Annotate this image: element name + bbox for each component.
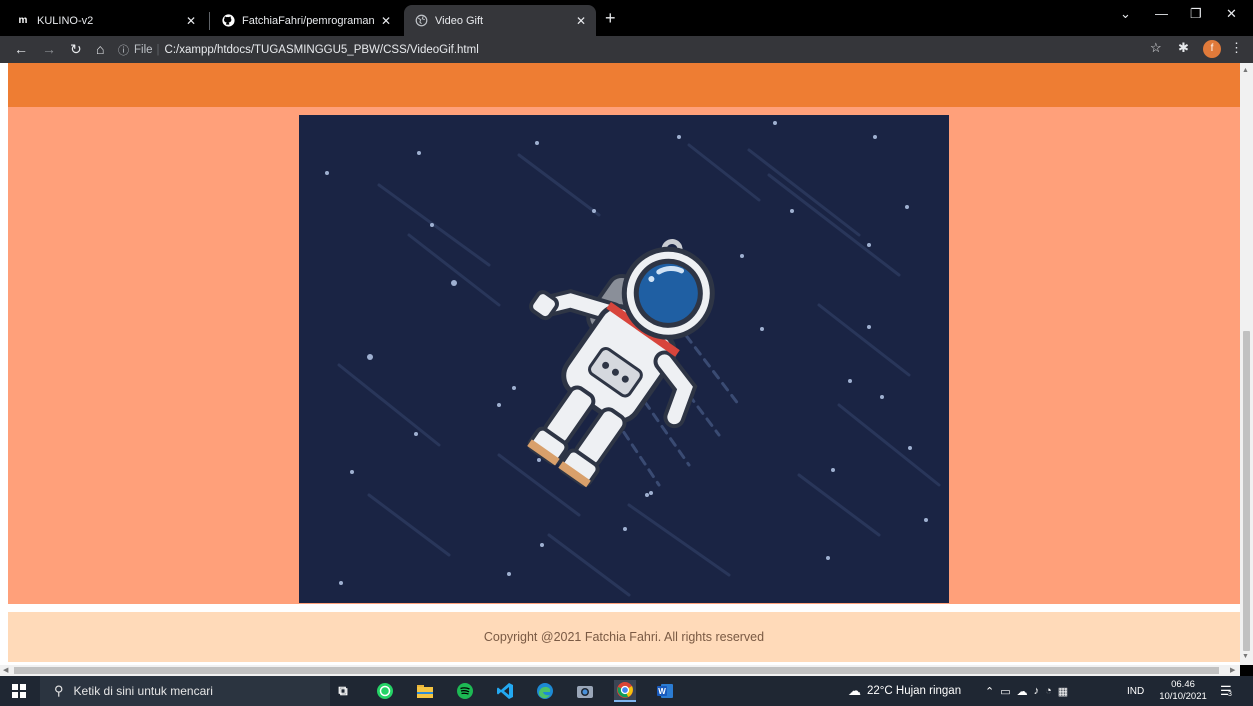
extensions-icon[interactable]: ✱ (1178, 40, 1189, 56)
address-separator: | (156, 43, 160, 56)
vscode-icon[interactable] (494, 680, 516, 702)
scroll-right-icon[interactable]: ▶ (1230, 666, 1235, 674)
astronaut-gif (299, 115, 949, 603)
speaker-icon[interactable]: ♪ (1034, 685, 1046, 697)
browser-toolbar: ← → ↻ ⌂ ⓘ File | C:/xampp/htdocs/TUGASMI… (0, 36, 1253, 63)
site-header (8, 63, 1240, 107)
chrome-icon[interactable] (614, 680, 636, 702)
tab-close-icon[interactable]: ✕ (381, 14, 391, 28)
new-tab-icon[interactable]: + (605, 6, 616, 30)
whatsapp-icon[interactable] (374, 680, 396, 702)
taskbar-clock[interactable]: 06.46 10/10/2021 (1158, 679, 1208, 703)
tab-github[interactable]: FatchiaFahri/pemrograman-web ✕ (211, 5, 401, 36)
search-placeholder: Ketik di sini untuk mencari (73, 684, 213, 698)
menu-kebab-icon[interactable]: ⋮ (1230, 40, 1243, 56)
tab-title: Video Gift (435, 14, 484, 27)
address-bar[interactable]: ⓘ File | C:/xampp/htdocs/TUGASMINGGU5_PB… (118, 39, 1138, 60)
address-url: C:/xampp/htdocs/TUGASMINGGU5_PBW/CSS/Vid… (164, 43, 479, 56)
weather-text: 22°C Hujan ringan (867, 685, 962, 697)
vertical-scrollbar[interactable]: ▲ ▼ (1240, 63, 1253, 665)
scroll-left-icon[interactable]: ◀ (3, 666, 8, 674)
reload-icon[interactable]: ↻ (70, 40, 82, 58)
tab-divider (209, 12, 210, 30)
tab-close-icon[interactable]: ✕ (576, 14, 586, 28)
language-indicator[interactable]: IND (1127, 676, 1144, 706)
edge-icon[interactable] (534, 680, 556, 702)
globe-icon (414, 14, 428, 28)
spotify-icon[interactable] (454, 680, 476, 702)
clock-time: 06.46 (1171, 679, 1195, 690)
tab-title: FatchiaFahri/pemrograman-web (242, 14, 375, 27)
back-icon[interactable]: ← (14, 40, 28, 58)
camera-icon[interactable] (574, 680, 596, 702)
page-viewport: Copyright @2021 Fatchia Fahri. All right… (0, 63, 1240, 665)
search-icon: ⚲ (54, 683, 64, 698)
keyboard-icon[interactable]: ▦ (1058, 685, 1074, 698)
horizontal-scroll-thumb[interactable] (14, 667, 1219, 674)
minimize-icon[interactable]: — (1155, 6, 1168, 21)
task-view-icon[interactable]: ⧉ (332, 680, 354, 702)
profile-avatar[interactable]: f (1203, 40, 1221, 58)
weather-widget[interactable]: ☁ 22°C Hujan ringan (848, 676, 961, 706)
scroll-up-icon[interactable]: ▲ (1242, 67, 1249, 74)
file-explorer-icon[interactable] (414, 680, 436, 702)
tab-kulino[interactable]: m KULINO-v2 ✕ (6, 5, 206, 36)
tab-video-gift[interactable]: Video Gift ✕ (404, 5, 596, 36)
wifi-icon[interactable]: ◔ (1045, 685, 1058, 697)
site-info-icon[interactable]: ⓘ (118, 42, 129, 58)
tab-strip: m KULINO-v2 ✕ FatchiaFahri/pemrograman-w… (0, 0, 1253, 36)
show-hidden-icons-icon[interactable]: ⌃ (985, 685, 1000, 698)
system-tray[interactable]: ⌃ ▭ ☁ ♪ ◔ ▦ (985, 676, 1074, 706)
cloud-rain-icon: ☁ (848, 683, 861, 698)
maximize-icon[interactable]: ❐ (1190, 6, 1202, 22)
tab-search-icon[interactable]: ⌄ (1120, 6, 1131, 22)
onedrive-icon[interactable]: ☁ (1017, 685, 1034, 698)
tab-close-icon[interactable]: ✕ (186, 14, 196, 28)
tab-title: KULINO-v2 (37, 14, 94, 27)
scroll-down-icon[interactable]: ▼ (1242, 653, 1249, 660)
windows-start-icon[interactable] (12, 684, 26, 698)
github-icon (221, 14, 235, 28)
notifications-icon[interactable]: ☰ 3 (1220, 683, 1236, 699)
horizontal-scrollbar[interactable]: ◀ ▶ (0, 665, 1240, 676)
site-footer: Copyright @2021 Fatchia Fahri. All right… (8, 612, 1240, 662)
copyright-text: Copyright @2021 Fatchia Fahri. All right… (483, 630, 765, 644)
forward-icon[interactable]: → (42, 40, 56, 58)
kulino-favicon: m (18, 15, 28, 26)
bookmark-star-icon[interactable]: ☆ (1150, 40, 1162, 56)
clock-date: 10/10/2021 (1159, 691, 1207, 702)
address-scheme: File (134, 43, 153, 56)
svg-text:W: W (658, 687, 666, 696)
taskbar-search-input[interactable]: ⚲ Ketik di sini untuk mencari (40, 676, 330, 706)
windows-taskbar: ⚲ Ketik di sini untuk mencari ⧉ W ☁ 22°C… (0, 676, 1253, 706)
battery-icon[interactable]: ▭ (1000, 685, 1016, 698)
home-icon[interactable]: ⌂ (96, 40, 104, 58)
content-section (8, 107, 1240, 604)
vertical-scroll-thumb[interactable] (1243, 331, 1250, 651)
notification-count: 3 (1228, 691, 1232, 698)
close-window-icon[interactable]: ✕ (1226, 6, 1237, 22)
word-icon[interactable]: W (654, 680, 676, 702)
